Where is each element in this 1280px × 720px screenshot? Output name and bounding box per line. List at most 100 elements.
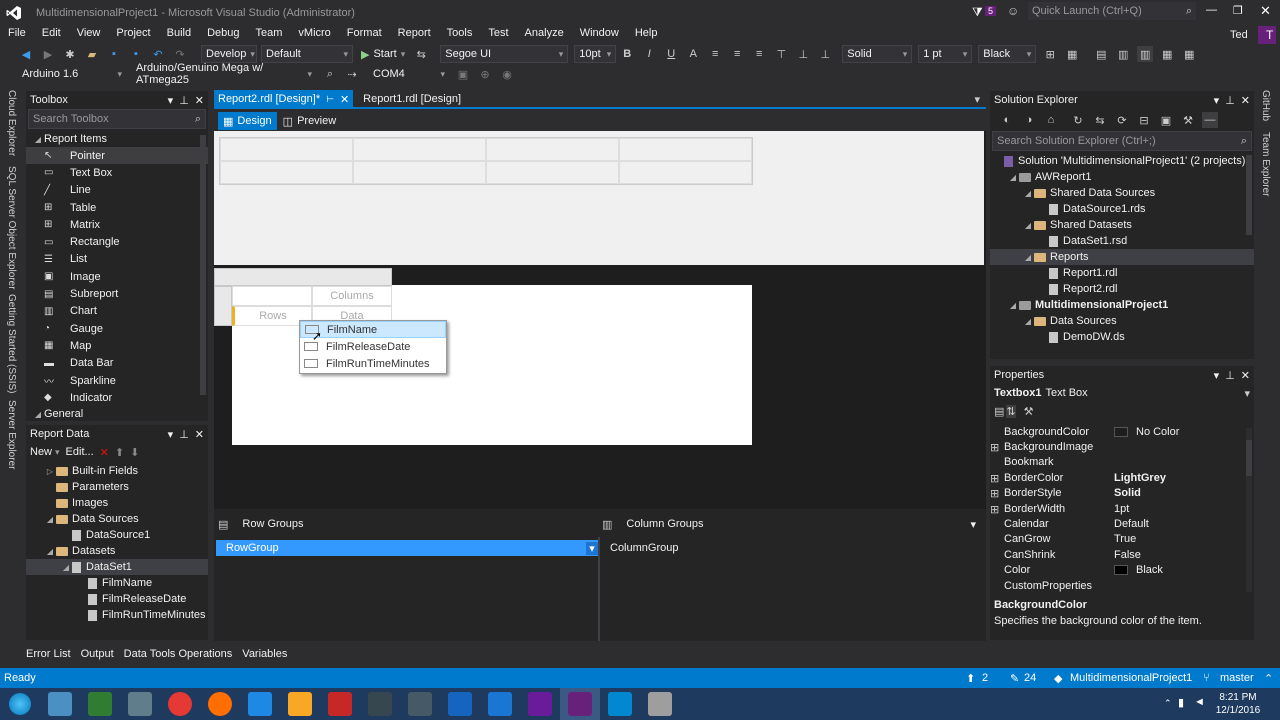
collapse-icon[interactable]: ⊟ [1136, 112, 1152, 128]
toolbox-item-map[interactable]: ▦ Map [26, 337, 208, 354]
branch-dropdown-icon[interactable]: ⌃ [1264, 672, 1273, 685]
fill-icon[interactable]: ▦ [1064, 46, 1080, 62]
align-top-icon[interactable]: ⊤ [773, 46, 789, 62]
font-color-icon[interactable]: A [685, 46, 701, 62]
solution-item-datasource1-rds[interactable]: DataSource1.rds [990, 201, 1254, 217]
toolbox-item-matrix[interactable]: ⊞ Matrix [26, 216, 208, 233]
debug-icon[interactable]: ◉ [499, 66, 515, 82]
pin-tab-icon[interactable]: ⊢ [326, 94, 334, 105]
pencil-icon[interactable]: ✎ [1010, 672, 1019, 685]
expand-arrow-icon[interactable]: ◢ [44, 547, 56, 556]
menu-window[interactable]: Window [572, 27, 627, 39]
filter-icon[interactable]: ⧩ [972, 5, 983, 20]
dropdown-icon[interactable]: ▾ [168, 95, 174, 107]
preview-icon[interactable]: — [1202, 112, 1218, 128]
control-panel-icon[interactable] [40, 688, 80, 720]
unpushed-count[interactable]: 2 [982, 672, 988, 684]
remote-desktop-icon[interactable] [600, 688, 640, 720]
solution-item-demodw-ds[interactable]: DemoDW.ds [990, 329, 1254, 345]
word-icon[interactable] [440, 688, 480, 720]
categorized-icon[interactable]: ▤ [994, 405, 1004, 418]
repo-icon[interactable]: ◆ [1054, 672, 1062, 685]
align-center-icon[interactable]: ≡ [729, 46, 745, 62]
pin-icon[interactable]: ⊥ [179, 95, 189, 107]
report-data-item-datasource1[interactable]: DataSource1 [26, 527, 208, 543]
save-all-icon[interactable]: ▪ [128, 46, 144, 62]
dropdown-icon[interactable]: ▾ [1214, 95, 1220, 107]
start-button[interactable]: ▶ Start ▾ [361, 48, 405, 61]
branch-name[interactable]: master [1220, 672, 1254, 684]
firefox-icon[interactable] [200, 688, 240, 720]
move-down-icon[interactable]: ⬇ [130, 446, 139, 459]
report-data-item-filmreleasedate[interactable]: FilmReleaseDate [26, 591, 208, 607]
changes-count[interactable]: 24 [1024, 672, 1036, 684]
toolbox-item-sparkline[interactable]: 〰 Sparkline [26, 372, 208, 389]
toolbox-item-pointer[interactable]: ↖ Pointer [26, 147, 208, 165]
chrome-icon[interactable] [160, 688, 200, 720]
build-icon[interactable]: ⊕ [477, 66, 493, 82]
properties-scrollbar[interactable] [1246, 428, 1252, 592]
quick-launch-input[interactable]: Quick Launch (Ctrl+Q) ⌕ [1028, 2, 1196, 20]
matrix-corner-cell[interactable] [232, 286, 312, 306]
status-project[interactable]: MultidimensionalProject1 [1070, 672, 1192, 684]
report-data-item-dataset1[interactable]: ◢ DataSet1 [26, 559, 208, 575]
menu-test[interactable]: Test [480, 27, 516, 39]
grid-icon[interactable]: ▤ [1093, 46, 1109, 62]
back-icon[interactable]: ◐ [999, 112, 1015, 128]
solution-explorer-search-input[interactable]: Search Solution Explorer (Ctrl+;) ⌕ [992, 131, 1252, 151]
solution-item-multidimensionalproject1[interactable]: ◢ MultidimensionalProject1 [990, 297, 1254, 313]
serial-icon[interactable]: ⇢ [344, 66, 360, 82]
object-dropdown-icon[interactable]: ▾ [1244, 387, 1250, 400]
expand-arrow-icon[interactable]: ◢ [1007, 301, 1019, 310]
font-family-select[interactable]: Segoe UI [440, 45, 569, 63]
close-icon[interactable]: ✕ [1241, 95, 1250, 107]
solution-item-data-sources[interactable]: ◢ Data Sources [990, 313, 1254, 329]
expand-arrow-icon[interactable]: ◢ [1007, 173, 1019, 182]
menu-view[interactable]: View [69, 27, 109, 39]
history-icon[interactable]: ↻ [1070, 112, 1086, 128]
menu-analyze[interactable]: Analyze [517, 27, 572, 39]
group-pane-menu-icon[interactable]: ▾ [970, 518, 976, 531]
menu-file[interactable]: File [0, 27, 34, 39]
solution-item-dataset1-rsd[interactable]: DataSet1.rsd [990, 233, 1254, 249]
menu-team[interactable]: Team [248, 27, 291, 39]
github-icon[interactable] [520, 688, 560, 720]
property-row-color[interactable]: Color Black [990, 563, 1254, 578]
report-data-item-data-sources[interactable]: ◢ Data Sources [26, 511, 208, 527]
property-row-customproperties[interactable]: CustomProperties [990, 578, 1254, 593]
solution-platform-select[interactable]: Default [261, 45, 353, 63]
app-icon[interactable] [400, 688, 440, 720]
dropdown-icon[interactable]: ▾ [1214, 370, 1220, 382]
forward-icon[interactable]: ▶ [40, 46, 56, 62]
tray-up-icon[interactable]: ⌃ [1164, 698, 1172, 709]
feedback-icon[interactable]: ☺ [1007, 4, 1019, 18]
field-option-filmruntimeminutes[interactable]: FilmRunTimeMinutes [300, 355, 446, 372]
new-project-icon[interactable]: ✱ [62, 46, 78, 62]
font-size-select[interactable]: 10pt [574, 45, 617, 63]
upload-icon[interactable]: ▣ [455, 66, 471, 82]
delete-icon[interactable]: ✕ [100, 446, 109, 459]
property-pages-icon[interactable]: ⚒ [1024, 405, 1034, 418]
cloud-explorer-tab[interactable]: Cloud Explorer [6, 90, 17, 156]
properties-icon[interactable]: ⚒ [1180, 112, 1196, 128]
expand-arrow-icon[interactable]: ▷ [44, 467, 56, 476]
menu-report[interactable]: Report [390, 27, 439, 39]
general-group[interactable]: ◢ General [26, 406, 208, 422]
solution-item-report1-rdl[interactable]: Report1.rdl [990, 265, 1254, 281]
team-explorer-tab[interactable]: Team Explorer [1260, 132, 1271, 196]
menu-tools[interactable]: Tools [439, 27, 481, 39]
user-name[interactable]: Ted [1222, 29, 1256, 41]
guides-icon[interactable]: ▦ [1159, 46, 1175, 62]
server-explorer-tab[interactable]: Server Explorer [6, 400, 17, 469]
minimize-button[interactable]: — [1206, 4, 1217, 16]
solution-scrollbar[interactable] [1246, 155, 1252, 235]
layout-icon[interactable]: ▥ [1115, 46, 1131, 62]
border-color-select[interactable]: Black [978, 45, 1037, 63]
dropdown-icon[interactable]: ▾ [168, 429, 174, 441]
report-data-item-filmname[interactable]: FilmName [26, 575, 208, 591]
notification-badge[interactable]: 5 [985, 6, 997, 16]
open-icon[interactable]: ▰ [84, 46, 100, 62]
github-tab[interactable]: GitHub [1260, 90, 1271, 121]
terminal-icon[interactable] [80, 688, 120, 720]
align-left-icon[interactable]: ≡ [707, 46, 723, 62]
